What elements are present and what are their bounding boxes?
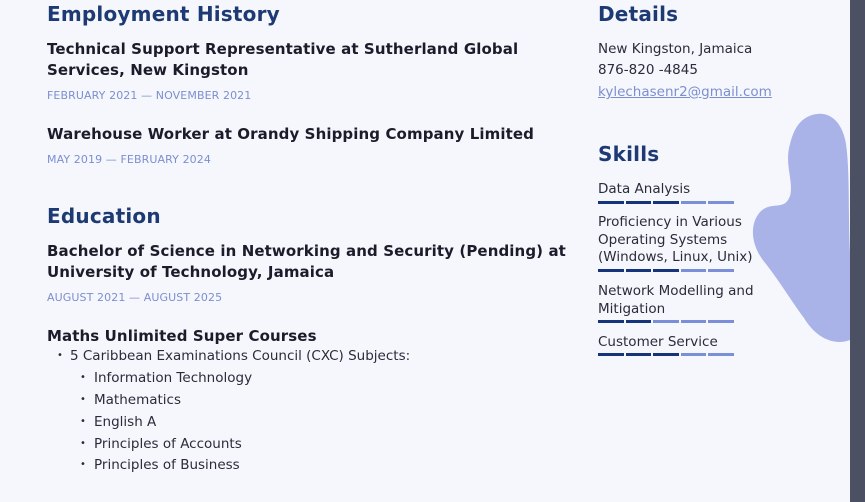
skill-name: Network Modelling and Mitigation <box>598 283 754 317</box>
education-bullet: 5 Caribbean Examinations Council (CXC) S… <box>70 348 411 364</box>
employment-history-heading: Employment History <box>47 2 280 26</box>
subject-item: Principles of Business <box>94 457 240 473</box>
skill-level-segment <box>598 353 624 356</box>
job-title: Warehouse Worker at Orandy Shipping Comp… <box>47 125 534 143</box>
details-heading: Details <box>598 2 679 26</box>
skill-level-segment <box>625 320 652 323</box>
skill-level-segment <box>680 269 707 272</box>
subject-item: Information Technology <box>94 370 253 386</box>
education-heading: Education <box>47 204 161 228</box>
skill-name: Customer Service <box>598 334 718 350</box>
skill-level-bar <box>598 353 734 356</box>
job-dates: MAY 2019 — FEBRUARY 2024 <box>47 153 211 166</box>
skill-name: Proficiency in Various Operating Systems… <box>598 214 753 265</box>
phone-text: 876-820 -4845 <box>598 62 698 78</box>
skill-level-segment <box>680 353 707 356</box>
bullet-dot: • <box>57 350 63 361</box>
skill-level-segment <box>653 269 679 272</box>
skill-level-segment <box>598 201 624 204</box>
education-dates: AUGUST 2021 — AUGUST 2025 <box>47 291 223 304</box>
education-title: Maths Unlimited Super Courses <box>47 327 317 345</box>
subject-item: English A <box>94 414 157 430</box>
subject-item: Principles of Accounts <box>94 436 242 452</box>
subject-item: Mathematics <box>94 392 181 408</box>
bullet-dot: • <box>80 394 86 405</box>
skills-heading: Skills <box>598 142 660 166</box>
skill-level-bar <box>598 201 734 204</box>
skill-level-segment <box>625 353 652 356</box>
scrollbar[interactable] <box>850 0 865 502</box>
skill-level-segment <box>708 269 734 272</box>
skill-level-segment <box>680 320 707 323</box>
skill-level-segment <box>598 269 624 272</box>
skill-level-segment <box>708 201 734 204</box>
skill-level-segment <box>653 320 679 323</box>
bullet-dot: • <box>80 416 86 427</box>
skill-level-segment <box>653 201 679 204</box>
skill-level-bar <box>598 269 734 272</box>
job-title: Technical Support Representative at Suth… <box>47 40 519 79</box>
bullet-dot: • <box>80 459 86 470</box>
skill-level-segment <box>708 320 734 323</box>
skill-level-segment <box>653 353 679 356</box>
email-link[interactable]: kylechasenr2@gmail.com <box>598 84 772 101</box>
skill-level-segment <box>708 353 734 356</box>
skill-level-bar <box>598 320 734 323</box>
skill-level-segment <box>625 201 652 204</box>
job-dates: FEBRUARY 2021 — NOVEMBER 2021 <box>47 89 252 102</box>
skill-level-segment <box>625 269 652 272</box>
bullet-dot: • <box>80 438 86 449</box>
location-text: New Kingston, Jamaica <box>598 41 753 57</box>
skill-name: Data Analysis <box>598 181 691 197</box>
education-title: Bachelor of Science in Networking and Se… <box>47 242 566 281</box>
bullet-dot: • <box>80 372 86 383</box>
skill-level-segment <box>598 320 624 323</box>
skill-level-segment <box>680 201 707 204</box>
